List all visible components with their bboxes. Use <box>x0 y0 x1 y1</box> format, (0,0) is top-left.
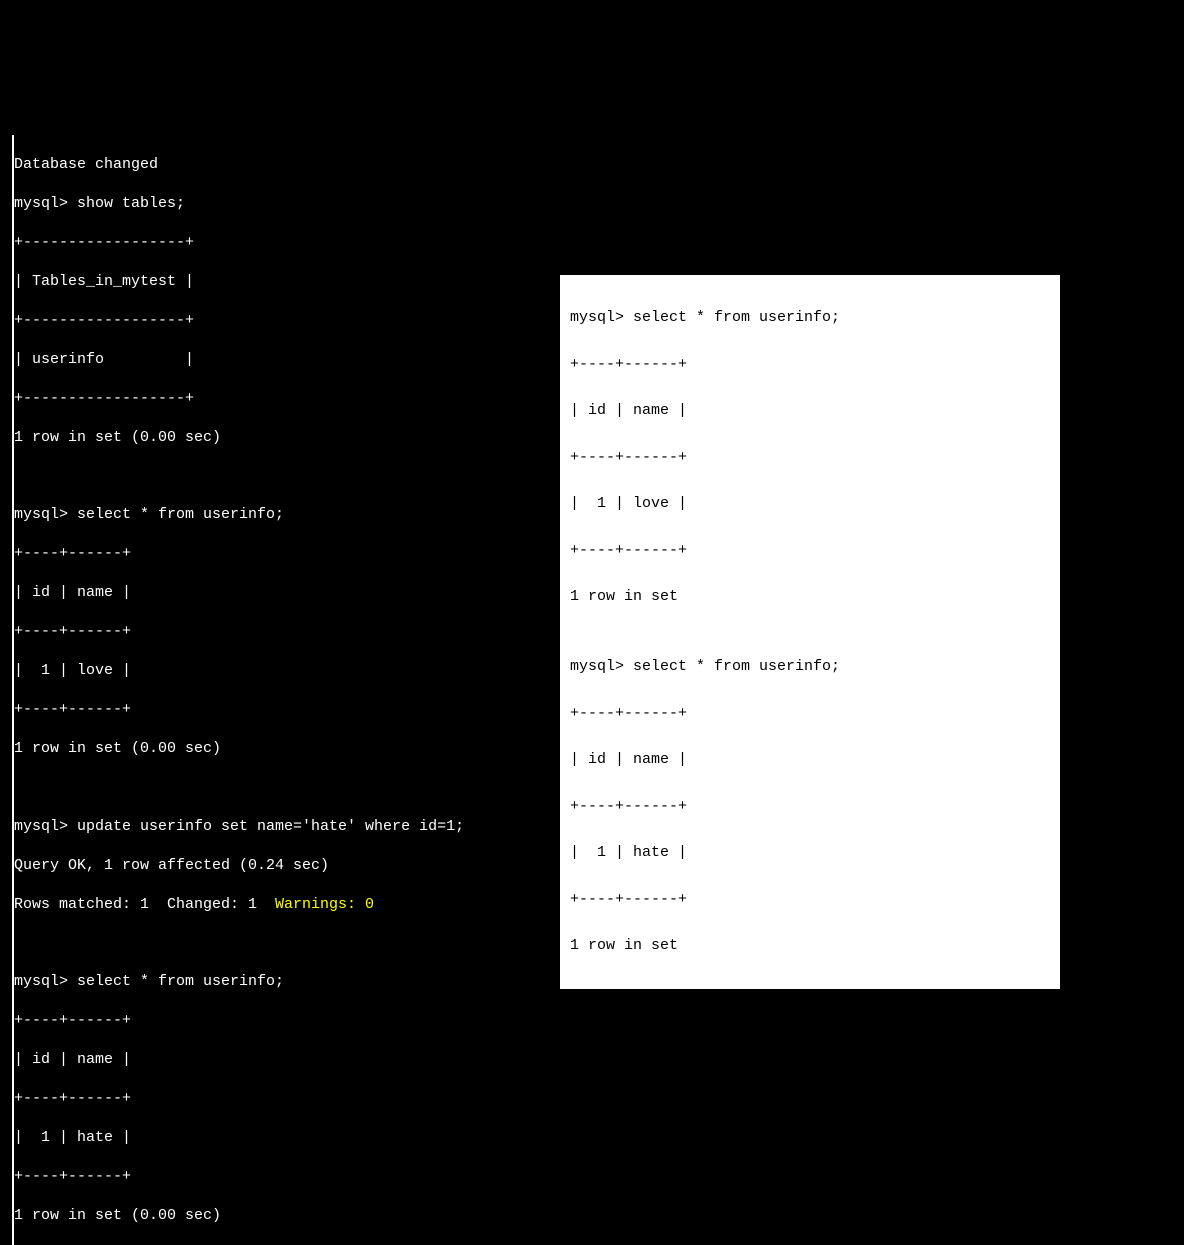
table-separator: +----+------+ <box>14 1167 464 1187</box>
rows-matched-line: Rows matched: 1 Changed: 1 Warnings: 0 <box>14 895 464 915</box>
warnings-text: Warnings: 0 <box>275 896 374 913</box>
table-header: | Tables_in_mytest | <box>14 272 464 292</box>
update-result: Query OK, 1 row affected (0.24 sec) <box>14 856 464 876</box>
mysql-prompt: mysql> select * from userinfo; <box>14 972 464 992</box>
rows-matched-text: Rows matched: 1 Changed: 1 <box>14 896 275 913</box>
table-separator: +----+------+ <box>570 539 1050 562</box>
table-separator: +----+------+ <box>570 446 1050 469</box>
result-summary: 1 row in set <box>570 585 1050 608</box>
blank-line <box>14 778 464 797</box>
mysql-prompt: mysql> show tables; <box>14 194 464 214</box>
table-separator: +----+------+ <box>14 700 464 720</box>
table-separator: +----+------+ <box>14 622 464 642</box>
table-row: | 1 | hate | <box>14 1128 464 1148</box>
mysql-prompt: mysql> select * from userinfo; <box>570 655 1050 678</box>
mysql-prompt: mysql> update userinfo set name='hate' w… <box>14 817 464 837</box>
table-separator: +----+------+ <box>14 1089 464 1109</box>
table-separator: +----+------+ <box>14 544 464 564</box>
table-row: | userinfo | <box>14 350 464 370</box>
table-header: | id | name | <box>14 1050 464 1070</box>
result-summary: 1 row in set (0.00 sec) <box>14 739 464 759</box>
table-header: | id | name | <box>570 748 1050 771</box>
mysql-prompt: mysql> select * from userinfo; <box>14 505 464 525</box>
mysql-prompt: mysql> select * from userinfo; <box>570 306 1050 329</box>
secondary-mysql-output: mysql> select * from userinfo; +----+---… <box>560 275 1060 989</box>
table-separator: +----+------+ <box>14 1011 464 1031</box>
output-line: Database changed <box>14 155 464 175</box>
table-row: | 1 | love | <box>570 492 1050 515</box>
table-separator: +----+------+ <box>570 888 1050 911</box>
mysql-terminal-output: Database changed mysql> show tables; +--… <box>12 135 464 1245</box>
table-header: | id | name | <box>14 583 464 603</box>
blank-line <box>14 467 464 486</box>
table-row: | 1 | hate | <box>570 841 1050 864</box>
table-separator: +------------------+ <box>14 311 464 331</box>
table-row: | 1 | love | <box>14 661 464 681</box>
result-summary: 1 row in set (0.00 sec) <box>14 428 464 448</box>
table-separator: +----+------+ <box>570 702 1050 725</box>
table-separator: +----+------+ <box>570 353 1050 376</box>
table-separator: +------------------+ <box>14 233 464 253</box>
result-summary: 1 row in set <box>570 934 1050 957</box>
result-summary: 1 row in set (0.00 sec) <box>14 1206 464 1226</box>
table-separator: +------------------+ <box>14 389 464 409</box>
table-header: | id | name | <box>570 399 1050 422</box>
table-separator: +----+------+ <box>570 795 1050 818</box>
blank-line <box>14 934 464 953</box>
